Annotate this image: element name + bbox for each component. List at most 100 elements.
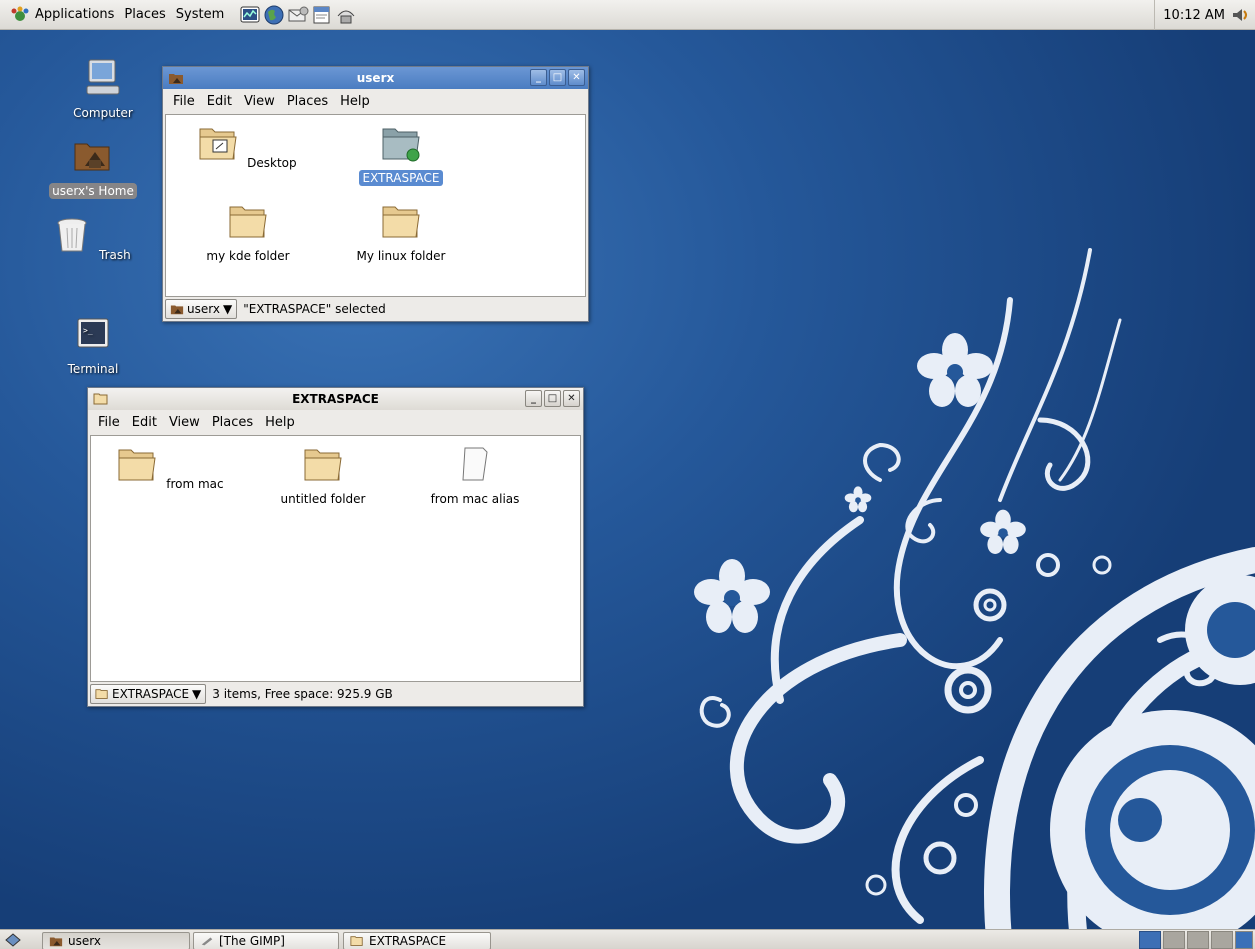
menubar: File Edit View Places Help (88, 410, 583, 434)
task-label: [The GIMP] (219, 934, 285, 948)
applications-menu[interactable]: Applications (30, 7, 119, 22)
file-item[interactable]: from mac alias (415, 444, 535, 507)
maximize-button[interactable]: □ (544, 390, 561, 407)
top-panel: Applications Places System 10:12 AM (0, 0, 1255, 30)
file-name: My linux folder (356, 249, 446, 263)
menu-edit[interactable]: Edit (126, 415, 163, 430)
minimize-button[interactable]: _ (525, 390, 542, 407)
panel-launchers (239, 4, 357, 26)
home-folder-icon (74, 143, 110, 171)
file-item[interactable]: EXTRASPACE (341, 123, 461, 186)
volume-icon[interactable] (1231, 6, 1249, 24)
file-item[interactable]: untitled folder (263, 444, 383, 507)
places-menu[interactable]: Places (119, 7, 170, 22)
desktop-icon-home[interactable]: userx's Home (45, 136, 141, 199)
desktop-icon-label: userx's Home (49, 183, 137, 199)
folder-icon (95, 689, 108, 699)
trash-icon (57, 218, 87, 252)
workspace-4[interactable] (1211, 931, 1233, 949)
desktop-icon-computer[interactable]: Computer (55, 58, 151, 121)
menu-file[interactable]: File (92, 415, 126, 430)
icon-view[interactable]: from mac untitled folder from mac alias (90, 435, 581, 682)
titlebar[interactable]: userx _ □ ✕ (163, 67, 588, 89)
window-userx: userx _ □ ✕ File Edit View Places Help D… (162, 66, 589, 322)
window-controls: _ □ ✕ (530, 69, 585, 86)
document-icon (462, 447, 488, 481)
close-button[interactable]: ✕ (568, 69, 585, 86)
statusbar: userx ▼ "EXTRASPACE" selected (163, 297, 588, 321)
minimize-button[interactable]: _ (530, 69, 547, 86)
notification-area: 10:12 AM (1154, 0, 1249, 30)
location-button[interactable]: userx ▼ (165, 299, 238, 319)
file-item[interactable]: Desktop (188, 123, 308, 171)
desktop-icon-label: Trash (99, 248, 131, 262)
file-name: my kde folder (206, 249, 290, 263)
system-menu[interactable]: System (171, 7, 229, 22)
menu-file[interactable]: File (167, 94, 201, 109)
file-name: Desktop (247, 156, 297, 170)
main-menu: Applications Places System (10, 6, 229, 24)
network-icon[interactable] (335, 4, 357, 26)
file-item[interactable]: from mac (111, 444, 231, 492)
folder-icon (350, 936, 363, 946)
location-label: userx (187, 302, 220, 316)
status-text: 3 items, Free space: 925.9 GB (212, 687, 393, 701)
shared-folder-icon (382, 128, 420, 162)
menu-edit[interactable]: Edit (201, 94, 238, 109)
gnome-foot-icon (11, 6, 29, 21)
system-monitor-icon[interactable] (239, 4, 261, 26)
file-name: untitled folder (280, 492, 366, 506)
location-button[interactable]: EXTRASPACE ▼ (90, 684, 207, 704)
file-item[interactable]: My linux folder (341, 201, 461, 264)
clock[interactable]: 10:12 AM (1163, 8, 1225, 23)
web-browser-icon[interactable] (263, 4, 285, 26)
folder-icon (382, 206, 420, 238)
desktop-icon-terminal[interactable]: >_ Terminal (45, 314, 141, 377)
folder-icon (118, 449, 156, 481)
window-title: userx (356, 71, 395, 85)
statusbar: EXTRASPACE ▼ 3 items, Free space: 925.9 … (88, 682, 583, 706)
trash-applet-icon[interactable] (1235, 931, 1253, 949)
menu-places[interactable]: Places (206, 415, 259, 430)
close-button[interactable]: ✕ (563, 390, 580, 407)
titlebar[interactable]: EXTRASPACE _ □ ✕ (88, 388, 583, 410)
home-folder-icon (170, 305, 184, 315)
show-desktop-icon[interactable] (4, 932, 22, 948)
file-name: from mac alias (430, 492, 520, 506)
desktop-icon-label: Computer (73, 106, 133, 120)
menubar: File Edit View Places Help (163, 89, 588, 113)
gimp-icon (201, 937, 213, 946)
home-folder-icon (49, 937, 63, 947)
menu-help[interactable]: Help (259, 415, 301, 430)
icon-view[interactable]: Desktop EXTRASPACE my kde folder My linu… (165, 114, 586, 297)
task-label: EXTRASPACE (369, 934, 447, 948)
menu-places[interactable]: Places (281, 94, 334, 109)
desktop-icon-label: Terminal (67, 362, 119, 376)
workspace-switcher (1139, 931, 1253, 949)
desktop-icon-trash[interactable]: Trash (45, 215, 141, 263)
task-userx[interactable]: userx (42, 932, 190, 949)
workspace-2[interactable] (1163, 931, 1185, 949)
file-item[interactable]: my kde folder (188, 201, 308, 264)
window-controls: _ □ ✕ (525, 390, 580, 407)
task-extraspace[interactable]: EXTRASPACE (343, 932, 491, 949)
menu-view[interactable]: View (238, 94, 281, 109)
window-extraspace: EXTRASPACE _ □ ✕ File Edit View Places H… (87, 387, 584, 707)
email-icon[interactable] (287, 4, 309, 26)
file-name: EXTRASPACE (359, 170, 443, 186)
menu-help[interactable]: Help (334, 94, 376, 109)
maximize-button[interactable]: □ (549, 69, 566, 86)
bottom-panel: userx [The GIMP] EXTRASPACE (0, 929, 1255, 949)
svg-text:>_: >_ (83, 326, 93, 335)
menu-view[interactable]: View (163, 415, 206, 430)
folder-icon (304, 449, 342, 481)
task-gimp[interactable]: [The GIMP] (193, 932, 339, 949)
window-title: EXTRASPACE (292, 392, 379, 406)
task-label: userx (68, 934, 101, 948)
desktop-folder-icon (199, 128, 237, 160)
computer-icon (86, 59, 120, 95)
workspace-1[interactable] (1139, 931, 1161, 949)
folder-icon (229, 206, 267, 238)
workspace-3[interactable] (1187, 931, 1209, 949)
text-editor-icon[interactable] (311, 4, 333, 26)
